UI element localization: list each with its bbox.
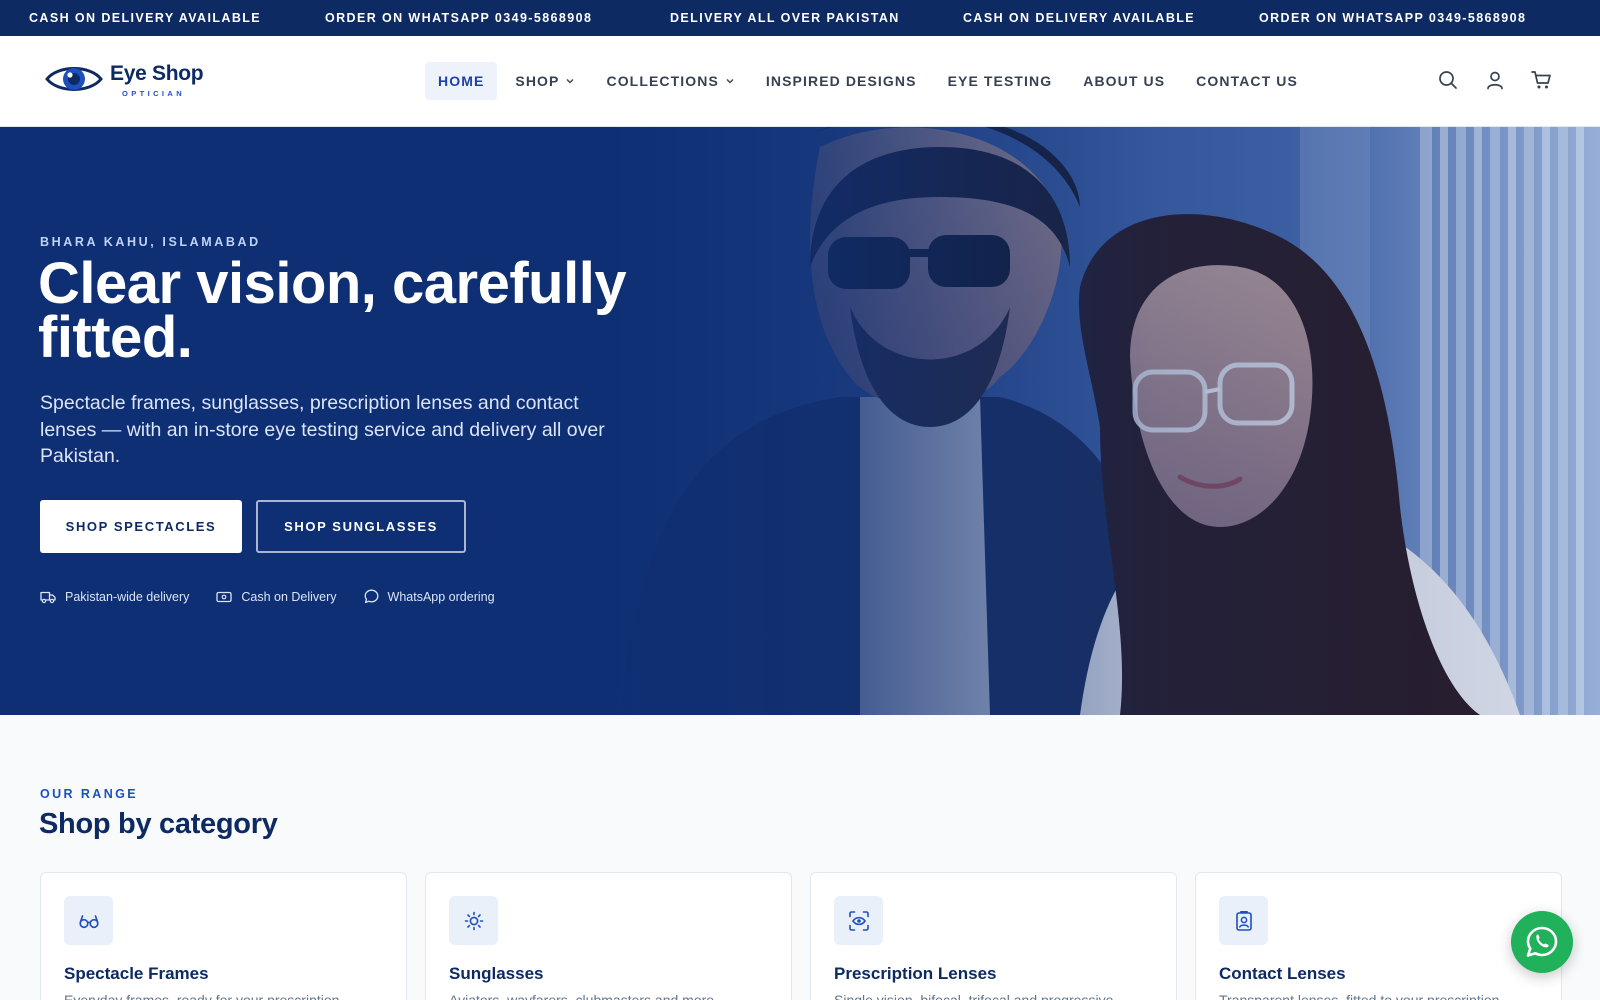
main-nav: HOME SHOP COLLECTIONS INSPIRED DESIGNS E… — [425, 61, 1316, 101]
category-card-prescription-lenses[interactable]: Prescription Lenses Single vision, bifoc… — [810, 872, 1177, 1000]
account-icon — [1487, 71, 1503, 90]
nav-collections[interactable]: COLLECTIONS — [593, 62, 747, 100]
nav-inspired-designs-label: INSPIRED DESIGNS — [765, 73, 917, 89]
shop-sunglasses-button[interactable]: SHOP SUNGLASSES — [256, 500, 466, 553]
nav-home[interactable]: HOME — [425, 62, 498, 100]
chevron-down-icon — [726, 79, 734, 84]
site-header: Eye Shop OPTICIAN HOME SHOP COLLECTIONS … — [0, 36, 1600, 127]
cart-icon — [1530, 71, 1551, 89]
category-card-sunglasses[interactable]: Sunglasses Aviators, wayfarers, clubmast… — [425, 872, 792, 1000]
announcement-item: DELIVERY ALL OVER PAKISTAN — [670, 11, 900, 25]
whatsapp-icon — [1526, 926, 1558, 957]
section-eyebrow: OUR RANGE — [40, 787, 138, 801]
chat-icon — [364, 589, 378, 604]
card-icon-badge — [1219, 896, 1268, 945]
nav-about-us[interactable]: ABOUT US — [1070, 62, 1178, 100]
site-logo[interactable]: Eye Shop OPTICIAN — [44, 60, 224, 106]
section-title: Shop by category — [39, 808, 278, 840]
perk-delivery-label: Pakistan-wide delivery — [65, 589, 190, 604]
nav-eye-testing-label: EYE TESTING — [947, 73, 1053, 89]
card-icon-badge — [449, 896, 498, 945]
shop-spectacles-button[interactable]: SHOP SPECTACLES — [40, 500, 242, 553]
card-title: Spectacle Frames — [64, 964, 209, 983]
card-title: Prescription Lenses — [834, 964, 997, 983]
category-card-spectacle-frames[interactable]: Spectacle Frames Everyday frames, ready … — [40, 872, 407, 1000]
card-icon-badge — [834, 896, 883, 945]
perk-whatsapp-label: WhatsApp ordering — [387, 589, 495, 604]
contact-lens-icon — [1235, 910, 1252, 931]
cash-icon — [216, 591, 233, 602]
perk-cod: Cash on Delivery — [216, 589, 337, 604]
cart-button[interactable] — [1529, 68, 1553, 92]
announcement-item: CASH ON DELIVERY AVAILABLE — [963, 11, 1196, 25]
hero-title: Clear vision, carefully fitted. — [38, 251, 627, 370]
hero-perks: Pakistan-wide delivery Cash on Delivery … — [40, 589, 522, 604]
announcement-item: CASH ON DELIVERY AVAILABLE — [29, 11, 262, 25]
nav-home-label: HOME — [438, 73, 485, 89]
logo-name: Eye Shop — [110, 62, 204, 85]
hero-location: BHARA KAHU, ISLAMABAD — [40, 235, 261, 249]
perk-cod-label: Cash on Delivery — [241, 589, 337, 604]
announcement-bar: CASH ON DELIVERY AVAILABLE ORDER ON WHAT… — [0, 0, 1600, 36]
truck-icon — [40, 591, 56, 603]
announcement-item: ORDER ON WHATSAPP 0349-5868908 — [325, 11, 593, 25]
nav-collections-label: COLLECTIONS — [606, 73, 719, 89]
sun-icon — [464, 911, 483, 930]
nav-eye-testing[interactable]: EYE TESTING — [935, 62, 1066, 100]
nav-shop[interactable]: SHOP — [502, 62, 588, 100]
announcement-item: ORDER ON WHATSAPP 0349-5868908 — [1259, 11, 1527, 25]
card-title: Contact Lenses — [1219, 964, 1346, 983]
perk-delivery: Pakistan-wide delivery — [40, 590, 189, 604]
account-button[interactable] — [1483, 68, 1507, 92]
card-icon-badge — [64, 896, 113, 945]
category-card-contact-lenses[interactable]: Contact Lenses Transparent lenses, fitte… — [1195, 872, 1562, 1000]
nav-contact-us-label: CONTACT US — [1196, 73, 1298, 89]
chevron-down-icon — [566, 79, 574, 84]
card-description: Transparent lenses, fitted to your presc… — [1219, 992, 1504, 1000]
eye-scan-icon — [848, 910, 869, 931]
perk-whatsapp: WhatsApp ordering — [364, 589, 495, 604]
card-description: Aviators, wayfarers, clubmasters and mor… — [449, 992, 718, 1000]
logo-subtitle: OPTICIAN — [122, 89, 186, 98]
hero-description: Spectacle frames, sunglasses, prescripti… — [40, 392, 605, 467]
card-title: Sunglasses — [449, 964, 544, 983]
search-button[interactable] — [1436, 68, 1460, 92]
card-description: Single vision, bifocal, trifocal and pro… — [834, 992, 1118, 1000]
hero-banner: BHARA KAHU, ISLAMABAD Clear vision, care… — [0, 127, 1600, 715]
nav-shop-label: SHOP — [515, 73, 560, 89]
whatsapp-floating-button[interactable] — [1511, 911, 1573, 973]
glasses-icon — [78, 914, 99, 928]
card-description: Everyday frames, ready for your prescrip… — [64, 992, 344, 1000]
search-icon — [1439, 71, 1457, 89]
eye-logo-icon — [45, 67, 103, 91]
nav-about-us-label: ABOUT US — [1083, 73, 1166, 89]
nav-contact-us[interactable]: CONTACT US — [1183, 62, 1311, 100]
nav-inspired-designs[interactable]: INSPIRED DESIGNS — [753, 62, 930, 100]
